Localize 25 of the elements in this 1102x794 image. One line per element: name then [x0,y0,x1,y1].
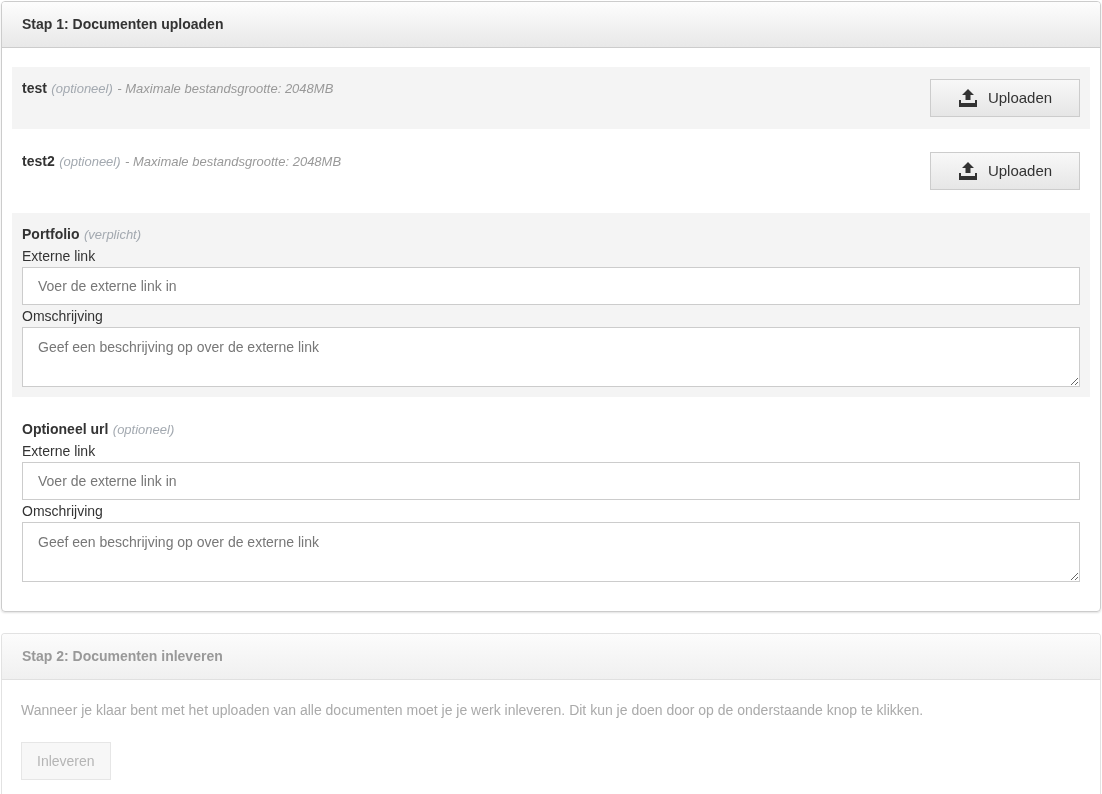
upload-button[interactable]: Uploaden [930,79,1080,117]
field-label: Omschrijving [22,307,104,326]
field-name: test [22,80,47,96]
link-input[interactable]: Voer de externe link in [22,462,1080,500]
field-label: Omschrijving [22,502,104,521]
field-name: Portfolio [22,226,80,242]
field-label: Externe link [22,442,97,461]
instruction-text: Wanneer je klaar bent met het uploaden van alle documenten moet je je werk inleveren. Dit kun je doen door op de onderstaande knop te klikken. [21,701,924,720]
panel-title: Stap 2: Documenten inleveren [22,647,223,666]
link-input[interactable]: Voer de externe link in [22,267,1080,305]
upload-icon [957,89,978,107]
requirement-note: (optioneel) [112,422,175,437]
panel-title: Stap 1: Documenten uploaden [22,15,224,34]
field-name: Optioneel url [22,421,109,437]
requirement-note: (optioneel) [51,81,113,96]
field-name: test2 [22,153,55,169]
size-limit-note: - Maximale bestandsgrootte: 2048MB [117,81,334,96]
description-textarea[interactable]: Geef een beschrijving op over de externe link [22,522,1080,582]
requirement-note: (verplicht) [84,227,142,242]
field-label: Externe link [22,247,97,266]
description-textarea[interactable]: Geef een beschrijving op over de externe link [22,327,1080,387]
upload-button[interactable]: Uploaden [930,152,1080,190]
requirement-note: (optioneel) [59,154,121,169]
upload-icon [957,162,978,180]
size-limit-note: - Maximale bestandsgrootte: 2048MB [125,154,342,169]
